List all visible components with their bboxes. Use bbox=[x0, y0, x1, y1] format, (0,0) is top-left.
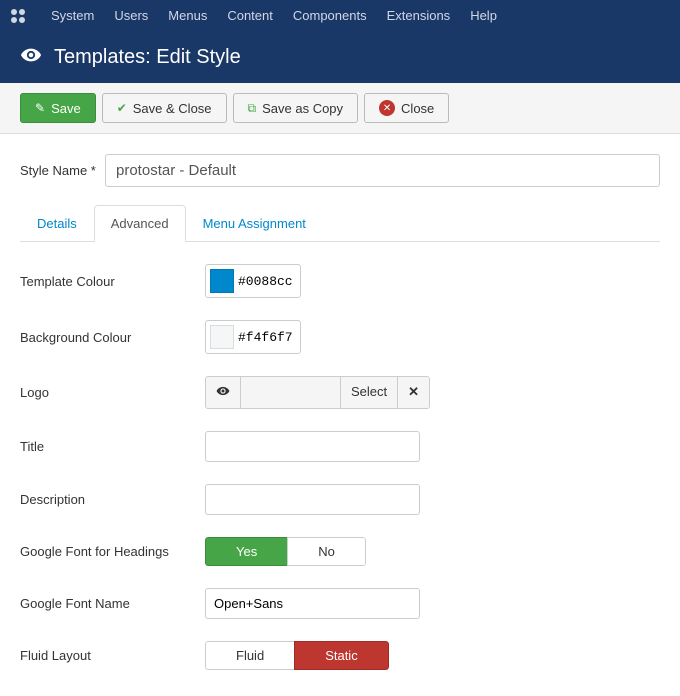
gfont-name-input[interactable] bbox=[205, 588, 420, 619]
nav-components[interactable]: Components bbox=[283, 0, 377, 32]
fluid-layout-row: Fluid Layout Fluid Static bbox=[20, 641, 660, 670]
colour-swatch[interactable] bbox=[210, 325, 234, 349]
save-button[interactable]: ✎ Save bbox=[20, 93, 96, 123]
close-button[interactable]: ✕ Close bbox=[364, 93, 449, 123]
description-row: Description bbox=[20, 484, 660, 515]
save-copy-label: Save as Copy bbox=[262, 101, 343, 116]
nav-extensions[interactable]: Extensions bbox=[377, 0, 461, 32]
static-option[interactable]: Static bbox=[294, 641, 389, 670]
page-title: Templates: Edit Style bbox=[54, 46, 241, 69]
toolbar: ✎ Save ✔ Save & Close ⧉ Save as Copy ✕ C… bbox=[0, 83, 680, 134]
content-area: Style Name * Details Advanced Menu Assig… bbox=[0, 134, 680, 696]
title-row: Title bbox=[20, 431, 660, 462]
template-colour-label: Template Colour bbox=[20, 274, 205, 289]
gfont-no-option[interactable]: No bbox=[287, 537, 366, 566]
style-name-row: Style Name * bbox=[20, 154, 660, 187]
style-name-input[interactable] bbox=[105, 154, 660, 187]
logo-value[interactable] bbox=[241, 377, 341, 408]
joomla-logo-icon bbox=[10, 8, 26, 24]
style-name-label: Style Name * bbox=[20, 163, 105, 178]
gfont-headings-row: Google Font for Headings Yes No bbox=[20, 537, 660, 566]
check-icon: ✔ bbox=[117, 101, 127, 115]
logo-label: Logo bbox=[20, 385, 205, 400]
logo-media-input: Select ✕ bbox=[205, 376, 430, 409]
logo-row: Logo Select ✕ bbox=[20, 376, 660, 409]
background-colour-input[interactable] bbox=[205, 320, 301, 354]
tabs: Details Advanced Menu Assignment bbox=[20, 205, 660, 242]
tab-advanced[interactable]: Advanced bbox=[94, 205, 186, 242]
template-colour-row: Template Colour bbox=[20, 264, 660, 298]
nav-system[interactable]: System bbox=[41, 0, 104, 32]
save-label: Save bbox=[51, 101, 81, 116]
logo-clear-button[interactable]: ✕ bbox=[398, 377, 429, 408]
fluid-layout-label: Fluid Layout bbox=[20, 648, 205, 663]
description-label: Description bbox=[20, 492, 205, 507]
title-bar: Templates: Edit Style bbox=[0, 32, 680, 83]
gfont-name-label: Google Font Name bbox=[20, 596, 205, 611]
gfont-name-row: Google Font Name bbox=[20, 588, 660, 619]
save-close-label: Save & Close bbox=[133, 101, 212, 116]
eye-icon bbox=[20, 44, 42, 71]
save-close-button[interactable]: ✔ Save & Close bbox=[102, 93, 227, 123]
tab-menu-assignment[interactable]: Menu Assignment bbox=[186, 205, 323, 241]
nav-content[interactable]: Content bbox=[217, 0, 283, 32]
gfont-headings-label: Google Font for Headings bbox=[20, 544, 205, 559]
fluid-option[interactable]: Fluid bbox=[205, 641, 294, 670]
nav-menus[interactable]: Menus bbox=[158, 0, 217, 32]
close-label: Close bbox=[401, 101, 434, 116]
background-colour-label: Background Colour bbox=[20, 330, 205, 345]
template-colour-text[interactable] bbox=[238, 268, 300, 295]
logo-select-button[interactable]: Select bbox=[341, 377, 398, 408]
cancel-icon: ✕ bbox=[379, 100, 395, 116]
preview-icon[interactable] bbox=[206, 377, 241, 408]
title-label: Title bbox=[20, 439, 205, 454]
gfont-yes-option[interactable]: Yes bbox=[205, 537, 287, 566]
template-colour-input[interactable] bbox=[205, 264, 301, 298]
title-input[interactable] bbox=[205, 431, 420, 462]
colour-swatch[interactable] bbox=[210, 269, 234, 293]
fluid-layout-toggle: Fluid Static bbox=[205, 641, 389, 670]
nav-users[interactable]: Users bbox=[104, 0, 158, 32]
copy-icon: ⧉ bbox=[248, 101, 257, 116]
description-input[interactable] bbox=[205, 484, 420, 515]
background-colour-text[interactable] bbox=[238, 324, 300, 351]
tab-details[interactable]: Details bbox=[20, 205, 94, 241]
gfont-headings-toggle: Yes No bbox=[205, 537, 366, 566]
save-copy-button[interactable]: ⧉ Save as Copy bbox=[233, 93, 359, 123]
top-nav: System Users Menus Content Components Ex… bbox=[0, 0, 680, 32]
check-icon: ✎ bbox=[35, 101, 45, 115]
background-colour-row: Background Colour bbox=[20, 320, 660, 354]
nav-help[interactable]: Help bbox=[460, 0, 507, 32]
